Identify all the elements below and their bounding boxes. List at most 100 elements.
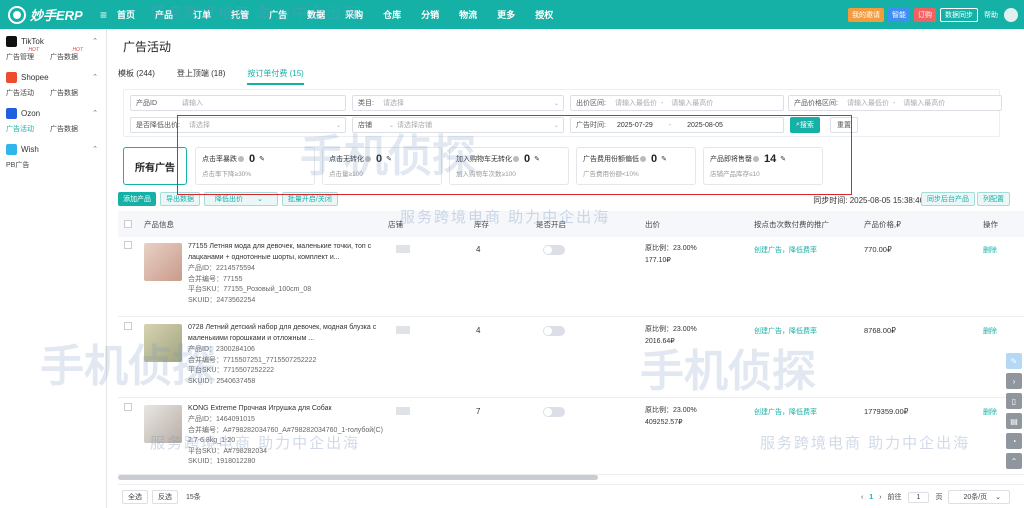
nav-warehouse[interactable]: 仓库 (383, 8, 401, 21)
page-input[interactable]: 1 (907, 491, 930, 503)
sidebar-platform-tiktok[interactable]: TikTok ⌃ (0, 33, 106, 49)
top-icon[interactable]: ⌃ (1006, 453, 1022, 469)
data-sync-button[interactable]: 数据同步 (940, 7, 978, 22)
price-range-field[interactable]: 产品价格区间: 请输入最低价 - 请输入最高价 (788, 95, 1002, 111)
hot-badge: HOT (72, 47, 83, 53)
col-product-info: 产品信息 (144, 219, 174, 229)
sync-backend-products-button[interactable]: 同步后台产品 (921, 192, 975, 206)
stock-value: 7 (476, 407, 481, 416)
nav-home[interactable]: 首页 (117, 8, 135, 21)
enable-toggle[interactable] (543, 326, 565, 336)
product-thumbnail[interactable] (144, 243, 182, 281)
feedback-icon[interactable]: ✎ (1006, 353, 1022, 369)
nav-products[interactable]: 产品 (155, 8, 173, 21)
store-name (396, 245, 410, 253)
horizontal-scrollbar[interactable] (118, 475, 598, 480)
tab-bar: 模板 (244) 登上顶端 (18) 按订单付费 (15) (118, 68, 326, 85)
delete-link[interactable]: 删除 (983, 245, 997, 255)
product-name[interactable]: KONG Extreme Прочная Игрушка для Собак (188, 403, 388, 414)
col-enabled: 是否开启 (536, 219, 566, 229)
row-checkbox[interactable] (124, 322, 132, 330)
nav-purchase[interactable]: 采购 (345, 8, 363, 21)
product-thumbnail[interactable] (144, 405, 182, 443)
next-page-icon[interactable]: › (879, 494, 881, 501)
avatar[interactable] (1004, 7, 1018, 22)
chevron-up-icon[interactable]: ⌃ (92, 109, 98, 117)
invert-selection-button[interactable]: 反选 (152, 489, 178, 504)
delete-link[interactable]: 删除 (983, 407, 997, 417)
order-button[interactable]: 订购 (914, 7, 936, 22)
page-unit: 页 (935, 494, 943, 501)
col-price: 产品价格,₽ (864, 219, 901, 229)
sidebar-item-ad-manage[interactable]: 广告管理 HOT (6, 47, 39, 62)
invite-button[interactable]: 我的邀请 (848, 7, 884, 22)
tab-template[interactable]: 模板 (244) (118, 68, 155, 85)
sidebar-item-ad-data[interactable]: 广告数据 (50, 124, 78, 134)
tiktok-icon (6, 35, 17, 47)
sidebar-item-ad-campaign[interactable]: 广告活动 (6, 124, 34, 134)
mobile-icon[interactable]: ▯ (1006, 393, 1022, 409)
service-icon[interactable]: ◔ (1006, 433, 1022, 449)
price-value: 8768.00₽ (864, 326, 896, 335)
main-content: 广告活动 模板 (244) 登上顶端 (18) 按订单付费 (15) 产品ID ⌄… (107, 29, 1024, 508)
sidebar-item-ad-data[interactable]: 广告数据 HOT (50, 47, 83, 62)
table-row: KONG Extreme Прочная Игрушка для Собак 产… (118, 399, 1024, 475)
price-value: 1779359.00₽ (864, 407, 909, 416)
table-row: 77155 Летняя мода для девочек, маленькие… (118, 237, 1024, 317)
expand-icon[interactable]: › (1006, 373, 1022, 389)
smart-button[interactable]: 智能 (888, 7, 910, 22)
help-link[interactable]: 帮助 (984, 10, 998, 20)
bid-info: 原比例：23.00% 409252.57₽ (645, 407, 697, 426)
nav-data[interactable]: 数据 (307, 8, 325, 21)
product-name[interactable]: 0728 Летний детский набор для девочек, м… (188, 322, 388, 344)
tab-top[interactable]: 登上顶端 (18) (177, 68, 225, 85)
row-checkbox[interactable] (124, 403, 132, 411)
sidebar-platform-wish[interactable]: Wish ⌃ (0, 141, 106, 157)
create-ad-link[interactable]: 创建广告，降低费率 (754, 407, 817, 417)
product-name[interactable]: 77155 Летняя мода для девочек, маленькие… (188, 241, 388, 263)
page-size-select[interactable]: 20条/页 ⌄ (948, 490, 1010, 504)
enable-toggle[interactable] (543, 407, 565, 417)
column-config-button[interactable]: 列配置 (977, 192, 1010, 206)
sidebar-platform-ozon[interactable]: Ozon ⌃ (0, 105, 106, 121)
enable-toggle[interactable] (543, 245, 565, 255)
nav-hosting[interactable]: 托管 (231, 8, 249, 21)
sidebar-item-pb-ads[interactable]: PB广告 (6, 160, 29, 170)
col-bid: 出价 (645, 219, 660, 229)
nav-auth[interactable]: 授权 (535, 8, 553, 21)
tab-pay-per-order[interactable]: 按订单付费 (15) (247, 68, 304, 85)
stock-value: 4 (476, 326, 481, 335)
delete-link[interactable]: 删除 (983, 326, 997, 336)
table-footer: 全选 反选 15条 ‹ 1 › 前往 1 页 20条/页 ⌄ (118, 484, 1024, 508)
doc-icon[interactable]: ▤ (1006, 413, 1022, 429)
category-select[interactable]: 类目: 请选择 ⌄ (352, 95, 564, 111)
sidebar-item-ad-data[interactable]: 广告数据 (50, 88, 78, 98)
stock-value: 4 (476, 245, 481, 254)
chevron-up-icon[interactable]: ⌃ (92, 73, 98, 81)
chevron-up-icon[interactable]: ⌃ (92, 37, 98, 45)
page-number[interactable]: 1 (869, 494, 873, 501)
select-all-checkbox[interactable] (124, 220, 132, 228)
row-checkbox[interactable] (124, 241, 132, 249)
product-thumbnail[interactable] (144, 324, 182, 362)
create-ad-link[interactable]: 创建广告，降低费率 (754, 326, 817, 336)
select-all-button[interactable]: 全选 (122, 489, 148, 504)
nav-orders[interactable]: 订单 (193, 8, 211, 21)
add-product-button[interactable]: 添加产品 (118, 192, 156, 206)
app-logo[interactable]: 妙手ERP (0, 5, 100, 24)
col-stock: 库存 (474, 219, 489, 229)
nav-more[interactable]: 更多 (497, 8, 515, 21)
create-ad-link[interactable]: 创建广告，降低费率 (754, 245, 817, 255)
prev-page-icon[interactable]: ‹ (861, 494, 863, 501)
sidebar-platform-shopee[interactable]: Shopee ⌃ (0, 69, 106, 85)
menu-toggle-icon[interactable]: ≡ (100, 8, 107, 22)
bid-range-field[interactable]: 出价区间: 请输入最低价 - 请输入最高价 (570, 95, 784, 111)
sidebar-item-ad-campaign[interactable]: 广告活动 (6, 88, 34, 98)
nav-ads[interactable]: 广告 (269, 8, 287, 21)
table-row: 0728 Летний детский набор для девочек, м… (118, 318, 1024, 398)
col-cpc-promo: 按点击次数付费的推广 (754, 219, 829, 229)
nav-logistics[interactable]: 物流 (459, 8, 477, 21)
chevron-up-icon[interactable]: ⌃ (92, 145, 98, 153)
product-id-field[interactable]: 产品ID ⌄ 请输入 (130, 95, 346, 111)
nav-distribution[interactable]: 分销 (421, 8, 439, 21)
